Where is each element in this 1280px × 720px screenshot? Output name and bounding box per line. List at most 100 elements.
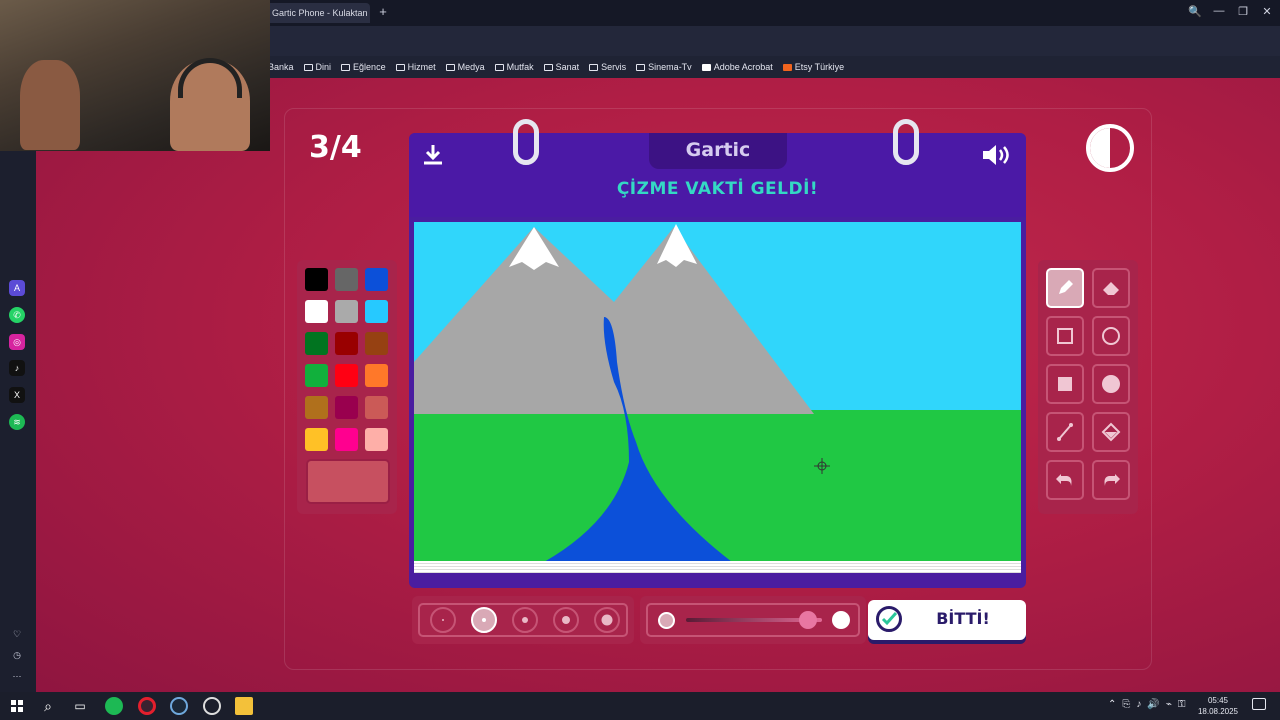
color-swatch[interactable]	[365, 396, 388, 419]
whatsapp-icon[interactable]: ✆	[9, 307, 25, 323]
color-swatch[interactable]	[365, 332, 388, 355]
rectangle-outline-icon	[1057, 328, 1073, 344]
brush-dot-icon	[562, 616, 570, 624]
opacity-low-icon	[658, 612, 675, 629]
bookmark-servis[interactable]: Servis	[589, 62, 626, 72]
board-header: Gartic ÇİZME VAKTİ GELDİ!	[409, 119, 1026, 217]
headphones-image	[178, 58, 242, 98]
brush-size-2-button[interactable]	[471, 607, 497, 633]
aria-icon[interactable]: A	[9, 280, 25, 296]
windows-taskbar: ⌕ ▭ ⌃⎘♪🔊⌁⚿ 05:45 18.08.2025	[0, 692, 1280, 720]
file-explorer-icon[interactable]	[235, 697, 253, 715]
color-swatch[interactable]	[335, 268, 358, 291]
windows-start-icon[interactable]	[8, 697, 26, 715]
undo-tool-button[interactable]	[1046, 460, 1084, 500]
opacity-slider[interactable]	[646, 603, 860, 637]
color-swatch[interactable]	[335, 428, 358, 451]
sound-icon[interactable]	[981, 143, 1011, 167]
color-swatch[interactable]	[305, 268, 328, 291]
brush-dot-icon	[482, 618, 486, 622]
folder-icon	[589, 63, 599, 71]
brush-size-5-button[interactable]	[594, 607, 620, 633]
folder-icon	[303, 63, 313, 71]
more-icon[interactable]: ⋯	[9, 668, 25, 684]
color-swatch[interactable]	[365, 364, 388, 387]
color-swatch[interactable]	[305, 364, 328, 387]
spotify-icon[interactable]: ≋	[9, 414, 25, 430]
circle-filled-tool-button[interactable]	[1092, 364, 1130, 404]
color-swatch[interactable]	[305, 300, 328, 323]
drawing-canvas[interactable]	[414, 222, 1021, 562]
clock[interactable]: 05:45 18.08.2025	[1196, 695, 1240, 717]
opacity-knob[interactable]	[799, 611, 818, 629]
download-icon[interactable]	[421, 143, 445, 167]
color-swatch[interactable]	[365, 268, 388, 291]
bookmark-eglence[interactable]: Eğlence	[341, 62, 386, 72]
brush-size-1-button[interactable]	[430, 607, 456, 633]
close-window-button[interactable]: ✕	[1259, 5, 1275, 18]
color-swatch[interactable]	[335, 364, 358, 387]
heart-icon[interactable]: ♡	[9, 626, 25, 642]
search-tabs-icon[interactable]: 🔍	[1187, 5, 1203, 18]
brush-size-box	[418, 603, 628, 637]
pencil-icon	[1059, 280, 1073, 294]
bookmark-adobe-acrobat[interactable]: Adobe Acrobat	[701, 62, 773, 72]
bookmark-mutfak[interactable]: Mutfak	[494, 62, 534, 72]
tiktok-icon[interactable]: ♪	[9, 360, 25, 376]
notifications-icon[interactable]	[1252, 698, 1266, 710]
folder-icon	[494, 63, 504, 71]
brush-size-3-button[interactable]	[512, 607, 538, 633]
color-swatch[interactable]	[365, 428, 388, 451]
color-swatch[interactable]	[365, 300, 388, 323]
done-button[interactable]: BİTTİ!	[868, 600, 1026, 640]
pencil-tool-button[interactable]	[1046, 268, 1084, 308]
gartic-logo: Gartic	[649, 133, 787, 169]
new-tab-button[interactable]: +	[376, 5, 390, 19]
task-view-icon[interactable]: ▭	[71, 697, 89, 715]
obs-app-icon[interactable]	[203, 697, 221, 715]
bookmark-dini[interactable]: Dini	[303, 62, 331, 72]
line-tool-button[interactable]	[1046, 412, 1084, 452]
rectangle-filled-tool-button[interactable]	[1046, 364, 1084, 404]
maximize-button[interactable]: ❐	[1235, 5, 1251, 18]
opera-gx-app-icon[interactable]	[138, 697, 156, 715]
color-swatch[interactable]	[335, 396, 358, 419]
history-icon[interactable]: ◷	[9, 647, 25, 663]
minimize-button[interactable]: —	[1211, 5, 1227, 17]
clock-time: 05:45	[1207, 696, 1229, 705]
eraser-tool-button[interactable]	[1092, 268, 1130, 308]
brush-size-4-button[interactable]	[553, 607, 579, 633]
search-icon[interactable]: ⌕	[39, 697, 57, 715]
circle-filled-icon	[1102, 375, 1120, 393]
tab-gartic-phone[interactable]: Gartic Phone - Kulaktan Kulağa	[266, 3, 370, 23]
browser-sidebar: A ✆ ◎ ♪ X ≋ ♡ ◷ ⋯	[0, 151, 36, 692]
timer-icon	[1086, 124, 1134, 172]
opacity-high-icon	[832, 611, 850, 629]
eraser-icon	[1103, 282, 1119, 295]
color-swatch[interactable]	[305, 396, 328, 419]
bookmark-sinema-tv[interactable]: Sinema-Tv	[636, 62, 692, 72]
fill-bucket-tool-button[interactable]	[1092, 412, 1130, 452]
folder-icon	[543, 63, 553, 71]
instagram-icon[interactable]: ◎	[9, 334, 25, 350]
notebook-pages	[414, 561, 1021, 573]
current-color-swatch	[306, 459, 390, 504]
bookmark-hizmet[interactable]: Hizmet	[395, 62, 436, 72]
redo-tool-button[interactable]	[1092, 460, 1130, 500]
color-swatch[interactable]	[335, 300, 358, 323]
circle-outline-tool-button[interactable]	[1092, 316, 1130, 356]
color-swatch[interactable]	[335, 332, 358, 355]
system-tray-icons[interactable]: ⌃⎘♪🔊⌁⚿	[1108, 699, 1191, 710]
x-icon[interactable]: X	[9, 387, 25, 403]
gartic-game-area: 3/4 Gartic ÇİZME VAKTİ GELDİ! BİTTİ!	[36, 78, 1280, 692]
spotify-app-icon[interactable]	[105, 697, 123, 715]
bookmark-etsy-turkiye[interactable]: Etsy Türkiye	[782, 62, 844, 72]
undo-icon	[1056, 474, 1072, 486]
bookmark-medya[interactable]: Medya	[445, 62, 485, 72]
color-swatch[interactable]	[305, 428, 328, 451]
steam-app-icon[interactable]	[170, 697, 188, 715]
bookmark-banka[interactable]: Banka	[268, 62, 294, 72]
color-swatch[interactable]	[305, 332, 328, 355]
rectangle-outline-tool-button[interactable]	[1046, 316, 1084, 356]
bookmark-sanat[interactable]: Sanat	[543, 62, 579, 72]
